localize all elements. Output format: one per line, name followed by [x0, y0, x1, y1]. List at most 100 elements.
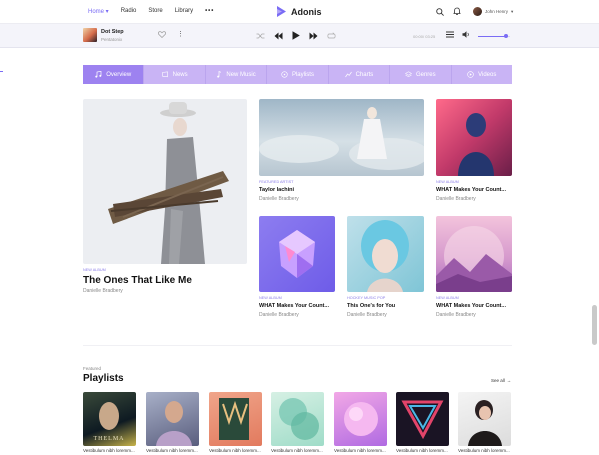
- nav-link-library[interactable]: Library: [175, 8, 193, 15]
- volume-level: [478, 35, 506, 37]
- arrow-right-icon: →: [506, 378, 512, 383]
- playlist-cover-1[interactable]: THELMA: [83, 392, 136, 446]
- featured-album-cover[interactable]: [83, 99, 247, 264]
- user-menu[interactable]: John Henry ▾: [473, 7, 513, 16]
- track-time: 00:00/ 03:25: [413, 34, 436, 39]
- now-playing-artist[interactable]: Pentatonix: [101, 37, 122, 42]
- card-artist[interactable]: Danielle Bradbery: [259, 196, 299, 202]
- sky-illustration: [259, 107, 424, 170]
- playlist-caption[interactable]: Vestibulum nibh loremm...: [83, 448, 136, 453]
- playlist-caption[interactable]: Vestibulum nibh loremm...: [334, 448, 387, 453]
- track-progress[interactable]: [0, 71, 3, 72]
- more-menu-button[interactable]: •••: [205, 8, 214, 15]
- tab-label: News: [172, 71, 188, 78]
- volume-icon[interactable]: [462, 31, 470, 38]
- card-title[interactable]: Taylor lachini: [259, 187, 294, 193]
- card-title[interactable]: WHAT Makes Your Count...: [259, 303, 329, 309]
- chart-icon: [344, 71, 352, 78]
- next-icon[interactable]: [309, 32, 318, 40]
- card-artist[interactable]: Danielle Bradbery: [436, 196, 476, 202]
- card-label: Hockey Music Pop: [347, 296, 386, 300]
- volume-knob[interactable]: [504, 34, 508, 38]
- nav-link-home[interactable]: Home ▾: [88, 8, 109, 15]
- gem-illustration: [279, 230, 315, 278]
- layers-icon: [404, 71, 412, 78]
- search-icon[interactable]: [436, 7, 444, 16]
- volume-slider[interactable]: [478, 34, 510, 38]
- card-title[interactable]: This One's for You: [347, 303, 395, 309]
- playlist-art: [219, 398, 249, 440]
- playback-controls: [256, 31, 336, 40]
- playlist-caption[interactable]: Vestibulum nibh loremm...: [146, 448, 199, 453]
- queue-list-icon[interactable]: [446, 31, 454, 38]
- avatar: [473, 7, 482, 16]
- tab-videos[interactable]: Videos: [451, 65, 512, 84]
- card-artist[interactable]: Danielle Bradbery: [259, 312, 299, 318]
- playlist-cover-6[interactable]: [396, 392, 449, 446]
- tab-label: Genres: [415, 71, 436, 78]
- tab-new-music[interactable]: New Music: [205, 65, 268, 84]
- brand-name: Adonis: [291, 6, 322, 17]
- nav-link-radio[interactable]: Radio: [121, 8, 137, 15]
- tab-overview[interactable]: Overview: [83, 65, 145, 84]
- repeat-icon[interactable]: [327, 32, 336, 40]
- featured-illustration: [108, 102, 229, 264]
- playlist-cover-4[interactable]: [271, 392, 324, 446]
- see-all-link[interactable]: See all →: [491, 378, 511, 383]
- notification-bell-icon[interactable]: [453, 7, 461, 16]
- playlist-cover-7[interactable]: [458, 392, 511, 446]
- card-label: New Album: [259, 296, 282, 300]
- play-logo-icon: [277, 6, 286, 17]
- shuffle-icon[interactable]: [256, 32, 265, 40]
- album-cover-blue-hair[interactable]: [347, 216, 424, 292]
- playlist-caption[interactable]: Vestibulum nibh loremm...: [396, 448, 449, 453]
- play-icon[interactable]: [292, 31, 300, 40]
- playlist-art: [344, 402, 378, 436]
- album-cover-mountains[interactable]: [436, 216, 512, 292]
- heart-icon[interactable]: [158, 31, 166, 38]
- music-note-icon: [95, 71, 102, 78]
- now-playing-title[interactable]: Dot Step: [101, 29, 124, 35]
- playlist-caption[interactable]: Vestibulum nibh loremm...: [271, 448, 324, 453]
- playlist-cover-3[interactable]: [209, 392, 262, 446]
- card-title[interactable]: WHAT Makes Your Count...: [436, 187, 506, 193]
- brand-logo[interactable]: Adonis: [277, 6, 322, 17]
- card-label: New Album: [436, 180, 459, 184]
- video-play-icon: [467, 71, 474, 78]
- playlist-caption[interactable]: Vestibulum nibh loremm...: [458, 448, 511, 453]
- album-cover-red[interactable]: [436, 99, 512, 176]
- now-playing-cover[interactable]: [83, 28, 97, 42]
- news-icon: [161, 71, 168, 78]
- tab-genres[interactable]: Genres: [390, 65, 452, 84]
- playlist-art: [279, 398, 319, 440]
- chevron-down-icon: ▾: [511, 8, 514, 14]
- see-all-label: See all: [491, 378, 505, 383]
- playlist-cover-2[interactable]: [146, 392, 199, 446]
- album-cover-taylor[interactable]: [259, 99, 424, 176]
- previous-icon[interactable]: [274, 32, 283, 40]
- page-scrollbar[interactable]: [592, 305, 597, 345]
- album-cover-gem[interactable]: [259, 216, 335, 292]
- playlist-art: [468, 400, 502, 446]
- mountain-illustration: [436, 226, 512, 292]
- playlist-cover-5[interactable]: [334, 392, 387, 446]
- card-label: Featured Artist: [259, 180, 294, 184]
- featured-label: New Album: [83, 268, 106, 272]
- main-nav: Home ▾ Radio Store Library •••: [88, 8, 214, 15]
- card-artist[interactable]: Danielle Bradbery: [436, 312, 476, 318]
- more-options-icon[interactable]: ⋮: [177, 31, 184, 38]
- tab-charts[interactable]: Charts: [328, 65, 391, 84]
- playlist-caption[interactable]: Vestibulum nibh loremm...: [209, 448, 262, 453]
- user-name: John Henry: [485, 9, 509, 14]
- section-divider: [83, 345, 512, 346]
- card-title[interactable]: WHAT Makes Your Count...: [436, 303, 506, 309]
- featured-title[interactable]: The Ones That Like Me: [83, 275, 192, 286]
- tab-label: Videos: [478, 71, 497, 78]
- card-artist[interactable]: Danielle Bradbery: [347, 312, 387, 318]
- tab-news[interactable]: News: [144, 65, 206, 84]
- tab-playlists[interactable]: Playlists: [267, 65, 329, 84]
- featured-artist[interactable]: Danielle Bradbery: [83, 288, 123, 294]
- player-right-tools: [446, 31, 470, 38]
- nav-link-store[interactable]: Store: [148, 8, 162, 15]
- thelma-cover-text: THELMA: [94, 436, 125, 442]
